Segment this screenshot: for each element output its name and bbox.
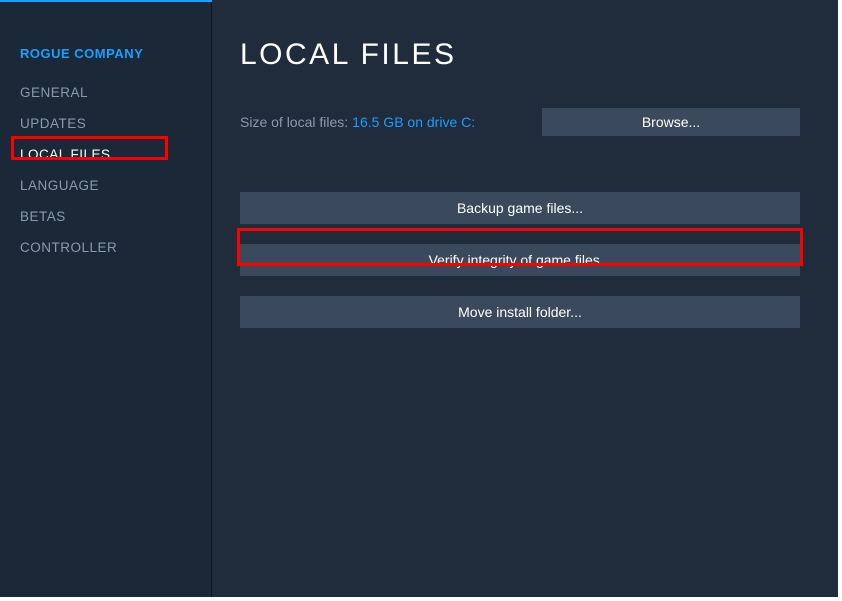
- size-row: Size of local files: 16.5 GB on drive C:…: [240, 108, 800, 136]
- verify-integrity-button[interactable]: Verify integrity of game files...: [240, 244, 800, 276]
- sidebar: ROGUE COMPANY GENERAL UPDATES LOCAL FILE…: [0, 0, 212, 597]
- action-buttons: Backup game files... Verify integrity of…: [240, 192, 800, 328]
- sidebar-item-local-files[interactable]: LOCAL FILES: [0, 139, 211, 170]
- move-install-button[interactable]: Move install folder...: [240, 296, 800, 328]
- sidebar-item-general[interactable]: GENERAL: [0, 77, 211, 108]
- page-title: LOCAL FILES: [240, 38, 800, 72]
- size-label: Size of local files:: [240, 114, 348, 130]
- size-value: 16.5 GB on drive C:: [352, 114, 475, 130]
- browse-button[interactable]: Browse...: [542, 108, 800, 136]
- game-title: ROGUE COMPANY: [0, 46, 211, 77]
- backup-button[interactable]: Backup game files...: [240, 192, 800, 224]
- sidebar-item-controller[interactable]: CONTROLLER: [0, 232, 211, 263]
- sidebar-item-betas[interactable]: BETAS: [0, 201, 211, 232]
- content-area: LOCAL FILES Size of local files: 16.5 GB…: [212, 0, 838, 597]
- sidebar-item-updates[interactable]: UPDATES: [0, 108, 211, 139]
- sidebar-item-language[interactable]: LANGUAGE: [0, 170, 211, 201]
